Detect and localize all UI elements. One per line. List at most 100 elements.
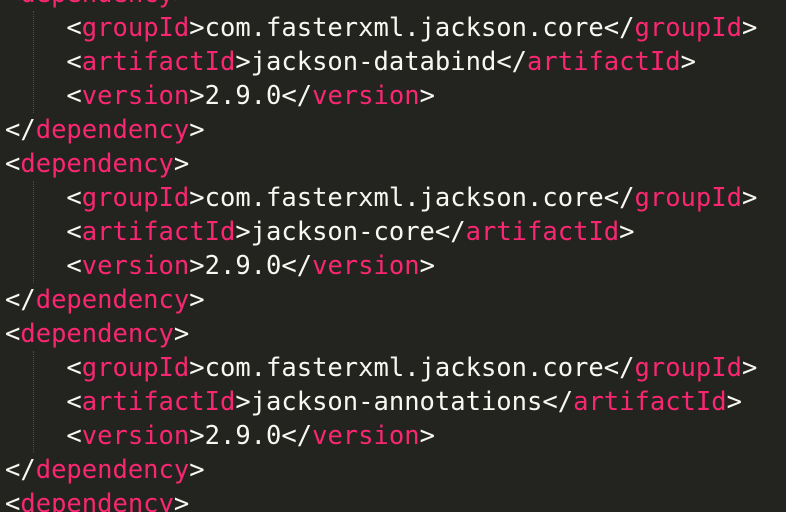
code-line[interactable]: <groupId>com.fasterxml.jackson.core</gro… bbox=[5, 351, 757, 385]
tag-bracket: </ bbox=[434, 217, 466, 247]
code-line[interactable]: <version>2.9.0</version> bbox=[5, 249, 435, 283]
tag-name: dependency bbox=[35, 285, 190, 315]
tag-name: version bbox=[312, 251, 420, 281]
tag-name: artifactId bbox=[465, 217, 620, 247]
tag-name: dependency bbox=[20, 0, 174, 9]
code-editor[interactable]: <dependency> <groupId>com.fasterxml.jack… bbox=[0, 0, 786, 512]
element-value: 2.9.0 bbox=[204, 421, 282, 451]
code-line[interactable]: <artifactId>jackson-core</artifactId> bbox=[5, 215, 635, 249]
tag-bracket: < bbox=[5, 149, 21, 179]
code-line[interactable]: <groupId>com.fasterxml.jackson.core</gro… bbox=[5, 11, 757, 45]
tag-bracket: > bbox=[173, 319, 190, 349]
element-value: jackson-databind bbox=[250, 47, 497, 77]
tag-bracket: > bbox=[419, 421, 435, 451]
tag-bracket: > bbox=[235, 217, 251, 247]
tag-name: artifactId bbox=[81, 387, 236, 417]
tag-name: dependency bbox=[20, 489, 174, 512]
tag-bracket: </ bbox=[603, 353, 635, 383]
tag-bracket: > bbox=[189, 251, 205, 281]
tag-bracket: > bbox=[235, 387, 251, 417]
tag-bracket: </ bbox=[603, 13, 635, 43]
tag-bracket: > bbox=[419, 251, 435, 281]
tag-bracket: > bbox=[189, 81, 205, 111]
tag-name: dependency bbox=[20, 149, 174, 179]
tag-name: dependency bbox=[35, 455, 190, 485]
tag-bracket: </ bbox=[5, 285, 36, 315]
element-value: jackson-annotations bbox=[250, 387, 543, 417]
tag-bracket: > bbox=[189, 421, 205, 451]
code-line[interactable]: </dependency> bbox=[5, 283, 205, 317]
code-line[interactable]: <dependency> bbox=[5, 487, 189, 512]
tag-bracket: > bbox=[189, 353, 205, 383]
code-line[interactable]: <groupId>com.fasterxml.jackson.core</gro… bbox=[5, 181, 757, 215]
tag-bracket: </ bbox=[281, 421, 313, 451]
tag-bracket: </ bbox=[5, 455, 36, 485]
code-line[interactable]: </dependency> bbox=[5, 453, 205, 487]
tag-name: groupId bbox=[634, 353, 742, 383]
tag-bracket: > bbox=[619, 217, 635, 247]
tag-bracket: < bbox=[66, 81, 82, 111]
tag-name: groupId bbox=[81, 353, 190, 383]
tag-bracket: </ bbox=[5, 115, 36, 145]
tag-name: groupId bbox=[634, 183, 742, 213]
tag-name: groupId bbox=[81, 13, 190, 43]
tag-name: dependency bbox=[35, 115, 190, 145]
tag-bracket: > bbox=[189, 285, 205, 315]
code-line[interactable]: <dependency> bbox=[5, 317, 189, 351]
tag-name: artifactId bbox=[81, 47, 236, 77]
tag-name: version bbox=[81, 251, 190, 281]
tag-bracket: > bbox=[189, 115, 205, 145]
tag-name: artifactId bbox=[573, 387, 727, 417]
element-value: com.fasterxml.jackson.core bbox=[204, 183, 604, 213]
tag-bracket: < bbox=[66, 217, 82, 247]
element-value: com.fasterxml.jackson.core bbox=[204, 13, 604, 43]
tag-bracket: </ bbox=[542, 387, 574, 417]
tag-bracket: < bbox=[5, 0, 20, 9]
code-line[interactable]: <version>2.9.0</version> bbox=[5, 79, 435, 113]
tag-bracket: < bbox=[5, 319, 21, 349]
tag-bracket: < bbox=[5, 489, 21, 512]
tag-name: groupId bbox=[81, 183, 190, 213]
element-value: 2.9.0 bbox=[204, 251, 282, 281]
tag-bracket: > bbox=[173, 149, 190, 179]
tag-bracket: < bbox=[66, 47, 82, 77]
tag-bracket: > bbox=[726, 387, 742, 417]
tag-name: artifactId bbox=[527, 47, 681, 77]
tag-bracket: > bbox=[741, 183, 758, 213]
code-line[interactable]: <version>2.9.0</version> bbox=[5, 419, 435, 453]
tag-bracket: </ bbox=[603, 183, 635, 213]
tag-bracket: > bbox=[235, 47, 251, 77]
tag-bracket: < bbox=[66, 387, 82, 417]
tag-bracket: > bbox=[173, 489, 190, 512]
tag-name: version bbox=[81, 81, 190, 111]
tag-bracket: < bbox=[66, 183, 82, 213]
code-line[interactable]: </dependency> bbox=[5, 113, 205, 147]
code-line[interactable]: <artifactId>jackson-annotations</artifac… bbox=[5, 385, 742, 419]
tag-bracket: > bbox=[189, 13, 205, 43]
element-value: com.fasterxml.jackson.core bbox=[204, 353, 604, 383]
tag-name: version bbox=[312, 421, 420, 451]
tag-name: artifactId bbox=[81, 217, 236, 247]
tag-name: version bbox=[81, 421, 190, 451]
element-value: 2.9.0 bbox=[204, 81, 282, 111]
code-line[interactable]: <dependency> bbox=[5, 147, 189, 181]
code-line[interactable]: <artifactId>jackson-databind</artifactId… bbox=[5, 45, 696, 79]
tag-name: version bbox=[312, 81, 420, 111]
tag-bracket: < bbox=[66, 251, 82, 281]
tag-bracket: > bbox=[741, 13, 758, 43]
tag-bracket: </ bbox=[281, 81, 313, 111]
tag-bracket: </ bbox=[281, 251, 313, 281]
tag-bracket: < bbox=[66, 13, 82, 43]
code-line[interactable]: <dependency> bbox=[5, 0, 189, 11]
tag-bracket: > bbox=[189, 183, 205, 213]
tag-bracket: > bbox=[680, 47, 696, 77]
element-value: jackson-core bbox=[250, 217, 435, 247]
